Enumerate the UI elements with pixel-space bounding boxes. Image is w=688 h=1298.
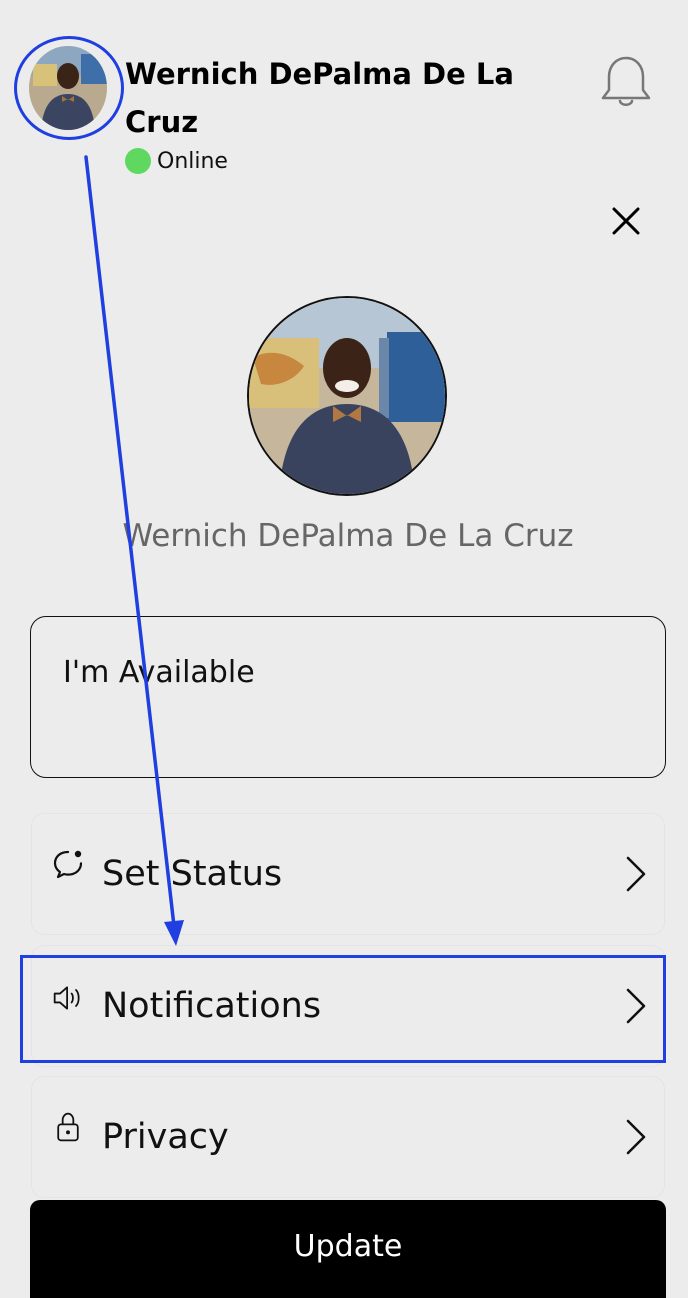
chat-status-icon [53,850,83,879]
close-icon [612,207,640,235]
chevron-right-icon [626,1119,646,1155]
notifications-highlight-box [20,955,666,1063]
lock-icon [57,1112,79,1142]
notification-bell-button[interactable] [600,54,652,110]
header-user-name: Wernich DePalma De La Cruz [125,57,514,139]
menu-item-label: Privacy [102,1117,229,1157]
close-button[interactable] [586,180,666,262]
profile-photo[interactable] [247,296,447,496]
online-status-dot [125,148,151,174]
presence-indicator: Online [125,148,228,174]
avatar-highlight-ring [14,36,124,140]
menu-item-label: Set Status [102,854,283,894]
update-button[interactable]: Update [30,1200,666,1298]
menu-item-privacy[interactable]: Privacy [32,1077,664,1197]
chevron-right-icon [626,856,646,892]
status-message-field[interactable]: I'm Available [30,616,666,778]
profile-photo-image [249,298,445,494]
presence-label: Online [157,148,228,174]
status-message-text: I'm Available [63,655,255,690]
menu-item-set-status[interactable]: Set Status [32,814,664,934]
profile-display-name: Wernich DePalma De La Cruz [122,518,574,554]
bell-icon [601,56,651,106]
